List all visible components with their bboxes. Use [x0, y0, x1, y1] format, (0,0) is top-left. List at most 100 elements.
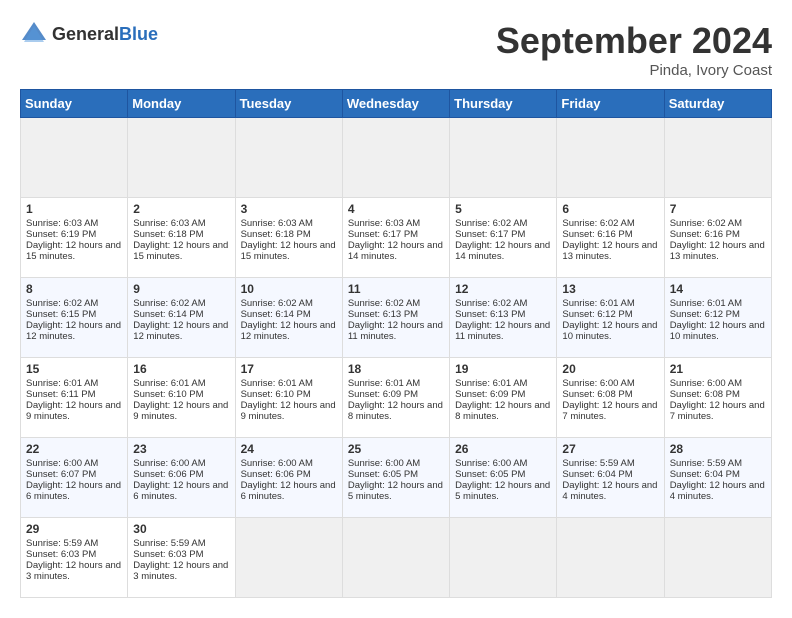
sunset-text: Sunset: 6:09 PM — [348, 389, 444, 400]
header-day-saturday: Saturday — [664, 90, 771, 118]
sunrise-text: Sunrise: 6:00 AM — [670, 378, 766, 389]
calendar-cell: 25Sunrise: 6:00 AMSunset: 6:05 PMDayligh… — [342, 438, 449, 518]
daylight-text: Daylight: 12 hours and 12 minutes. — [133, 320, 229, 342]
daylight-text: Daylight: 12 hours and 10 minutes. — [670, 320, 766, 342]
header-day-thursday: Thursday — [450, 90, 557, 118]
calendar-cell: 29Sunrise: 5:59 AMSunset: 6:03 PMDayligh… — [21, 518, 128, 598]
sunset-text: Sunset: 6:12 PM — [562, 309, 658, 320]
daylight-text: Daylight: 12 hours and 5 minutes. — [455, 480, 551, 502]
sunrise-text: Sunrise: 6:01 AM — [670, 298, 766, 309]
day-number: 25 — [348, 442, 444, 456]
day-number: 29 — [26, 522, 122, 536]
sunrise-text: Sunrise: 6:02 AM — [133, 298, 229, 309]
calendar-cell — [450, 118, 557, 198]
calendar-cell: 3Sunrise: 6:03 AMSunset: 6:18 PMDaylight… — [235, 198, 342, 278]
calendar-table: SundayMondayTuesdayWednesdayThursdayFrid… — [20, 89, 772, 598]
header-day-tuesday: Tuesday — [235, 90, 342, 118]
day-number: 7 — [670, 202, 766, 216]
daylight-text: Daylight: 12 hours and 9 minutes. — [241, 400, 337, 422]
sunset-text: Sunset: 6:11 PM — [26, 389, 122, 400]
daylight-text: Daylight: 12 hours and 13 minutes. — [670, 240, 766, 262]
calendar-week-1 — [21, 118, 772, 198]
logo-text: GeneralBlue — [52, 24, 158, 45]
calendar-cell: 18Sunrise: 6:01 AMSunset: 6:09 PMDayligh… — [342, 358, 449, 438]
calendar-cell — [664, 518, 771, 598]
calendar-cell — [450, 518, 557, 598]
day-number: 14 — [670, 282, 766, 296]
header-day-wednesday: Wednesday — [342, 90, 449, 118]
daylight-text: Daylight: 12 hours and 9 minutes. — [26, 400, 122, 422]
sunset-text: Sunset: 6:05 PM — [455, 469, 551, 480]
calendar-cell: 28Sunrise: 5:59 AMSunset: 6:04 PMDayligh… — [664, 438, 771, 518]
day-number: 10 — [241, 282, 337, 296]
calendar-cell: 26Sunrise: 6:00 AMSunset: 6:05 PMDayligh… — [450, 438, 557, 518]
sunrise-text: Sunrise: 6:00 AM — [348, 458, 444, 469]
sunset-text: Sunset: 6:17 PM — [348, 229, 444, 240]
sunrise-text: Sunrise: 6:03 AM — [26, 218, 122, 229]
sunrise-text: Sunrise: 6:02 AM — [348, 298, 444, 309]
daylight-text: Daylight: 12 hours and 11 minutes. — [348, 320, 444, 342]
sunset-text: Sunset: 6:13 PM — [455, 309, 551, 320]
sunrise-text: Sunrise: 6:01 AM — [562, 298, 658, 309]
daylight-text: Daylight: 12 hours and 15 minutes. — [26, 240, 122, 262]
sunrise-text: Sunrise: 6:00 AM — [241, 458, 337, 469]
calendar-cell: 21Sunrise: 6:00 AMSunset: 6:08 PMDayligh… — [664, 358, 771, 438]
sunset-text: Sunset: 6:12 PM — [670, 309, 766, 320]
sunset-text: Sunset: 6:18 PM — [241, 229, 337, 240]
daylight-text: Daylight: 12 hours and 8 minutes. — [348, 400, 444, 422]
daylight-text: Daylight: 12 hours and 14 minutes. — [455, 240, 551, 262]
calendar-cell — [557, 118, 664, 198]
day-number: 13 — [562, 282, 658, 296]
calendar-cell: 1Sunrise: 6:03 AMSunset: 6:19 PMDaylight… — [21, 198, 128, 278]
day-number: 17 — [241, 362, 337, 376]
day-number: 9 — [133, 282, 229, 296]
calendar-cell: 16Sunrise: 6:01 AMSunset: 6:10 PMDayligh… — [128, 358, 235, 438]
calendar-cell — [235, 518, 342, 598]
sunrise-text: Sunrise: 6:02 AM — [455, 218, 551, 229]
sunrise-text: Sunrise: 6:01 AM — [241, 378, 337, 389]
sunset-text: Sunset: 6:14 PM — [133, 309, 229, 320]
sunrise-text: Sunrise: 6:01 AM — [26, 378, 122, 389]
sunset-text: Sunset: 6:18 PM — [133, 229, 229, 240]
sunrise-text: Sunrise: 5:59 AM — [670, 458, 766, 469]
calendar-cell: 11Sunrise: 6:02 AMSunset: 6:13 PMDayligh… — [342, 278, 449, 358]
calendar-cell: 13Sunrise: 6:01 AMSunset: 6:12 PMDayligh… — [557, 278, 664, 358]
sunset-text: Sunset: 6:04 PM — [670, 469, 766, 480]
sunset-text: Sunset: 6:03 PM — [26, 549, 122, 560]
header-day-friday: Friday — [557, 90, 664, 118]
calendar-cell — [21, 118, 128, 198]
calendar-week-5: 22Sunrise: 6:00 AMSunset: 6:07 PMDayligh… — [21, 438, 772, 518]
calendar-cell: 17Sunrise: 6:01 AMSunset: 6:10 PMDayligh… — [235, 358, 342, 438]
logo: GeneralBlue — [20, 20, 158, 48]
sunset-text: Sunset: 6:07 PM — [26, 469, 122, 480]
day-number: 2 — [133, 202, 229, 216]
day-number: 21 — [670, 362, 766, 376]
sunrise-text: Sunrise: 6:00 AM — [26, 458, 122, 469]
sunrise-text: Sunrise: 6:00 AM — [133, 458, 229, 469]
sunset-text: Sunset: 6:06 PM — [241, 469, 337, 480]
sunrise-text: Sunrise: 6:03 AM — [241, 218, 337, 229]
sunset-text: Sunset: 6:09 PM — [455, 389, 551, 400]
calendar-cell — [664, 118, 771, 198]
calendar-cell: 19Sunrise: 6:01 AMSunset: 6:09 PMDayligh… — [450, 358, 557, 438]
daylight-text: Daylight: 12 hours and 15 minutes. — [133, 240, 229, 262]
sunset-text: Sunset: 6:14 PM — [241, 309, 337, 320]
daylight-text: Daylight: 12 hours and 3 minutes. — [133, 560, 229, 582]
calendar-cell: 30Sunrise: 5:59 AMSunset: 6:03 PMDayligh… — [128, 518, 235, 598]
daylight-text: Daylight: 12 hours and 5 minutes. — [348, 480, 444, 502]
sunrise-text: Sunrise: 6:03 AM — [348, 218, 444, 229]
calendar-week-4: 15Sunrise: 6:01 AMSunset: 6:11 PMDayligh… — [21, 358, 772, 438]
calendar-week-2: 1Sunrise: 6:03 AMSunset: 6:19 PMDaylight… — [21, 198, 772, 278]
daylight-text: Daylight: 12 hours and 6 minutes. — [133, 480, 229, 502]
daylight-text: Daylight: 12 hours and 13 minutes. — [562, 240, 658, 262]
daylight-text: Daylight: 12 hours and 12 minutes. — [26, 320, 122, 342]
calendar-cell: 27Sunrise: 5:59 AMSunset: 6:04 PMDayligh… — [557, 438, 664, 518]
header-day-sunday: Sunday — [21, 90, 128, 118]
day-number: 28 — [670, 442, 766, 456]
sunset-text: Sunset: 6:04 PM — [562, 469, 658, 480]
sunset-text: Sunset: 6:19 PM — [26, 229, 122, 240]
sunrise-text: Sunrise: 6:01 AM — [348, 378, 444, 389]
sunset-text: Sunset: 6:16 PM — [562, 229, 658, 240]
daylight-text: Daylight: 12 hours and 6 minutes. — [241, 480, 337, 502]
daylight-text: Daylight: 12 hours and 12 minutes. — [241, 320, 337, 342]
